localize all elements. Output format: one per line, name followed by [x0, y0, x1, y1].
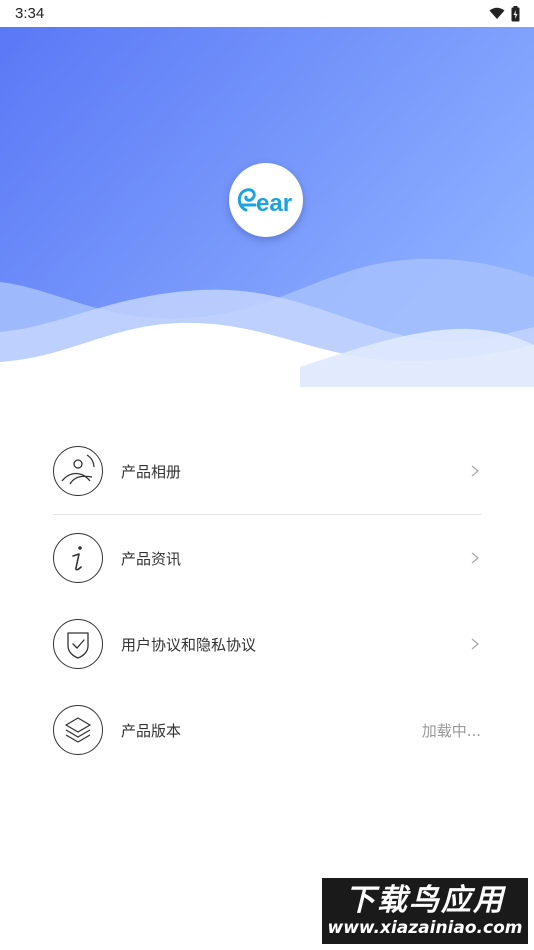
watermark-url: www.xiazainiao.com	[327, 918, 523, 938]
album-icon	[53, 446, 103, 496]
menu-item-album[interactable]: 产品相册	[53, 428, 481, 514]
app-logo: ear	[229, 163, 303, 237]
wifi-icon	[489, 7, 505, 19]
header-banner: ear	[0, 27, 534, 387]
menu-item-version[interactable]: 产品版本 加载中...	[53, 687, 481, 773]
watermark: 下载鸟应用 www.xiazainiao.com	[320, 876, 530, 946]
info-icon	[53, 533, 103, 583]
layers-icon	[53, 705, 103, 755]
shield-icon	[53, 619, 103, 669]
menu-item-label: 产品版本	[121, 721, 182, 740]
menu-item-label: 产品相册	[121, 462, 182, 481]
chevron-right-icon	[471, 552, 480, 564]
menu-item-news[interactable]: 产品资讯	[53, 515, 481, 601]
chevron-right-icon	[471, 638, 480, 650]
system-icons	[489, 5, 520, 22]
version-value: 加载中...	[421, 721, 481, 740]
ear-logo-icon: ear	[237, 188, 292, 217]
battery-icon	[511, 5, 520, 21]
menu-item-agreement[interactable]: 用户协议和隐私协议	[53, 601, 481, 687]
status-bar: 3:34	[0, 0, 534, 27]
watermark-title: 下载鸟应用	[345, 883, 505, 918]
menu-item-label: 用户协议和隐私协议	[121, 635, 257, 654]
chevron-right-icon	[471, 465, 480, 477]
menu-list: 产品相册 产品资讯 用户协议和隐私协议 产品版本 加载中...	[53, 428, 481, 773]
menu-item-label: 产品资讯	[121, 549, 182, 568]
logo-text: ear	[256, 190, 292, 217]
status-time: 3:34	[15, 5, 45, 22]
